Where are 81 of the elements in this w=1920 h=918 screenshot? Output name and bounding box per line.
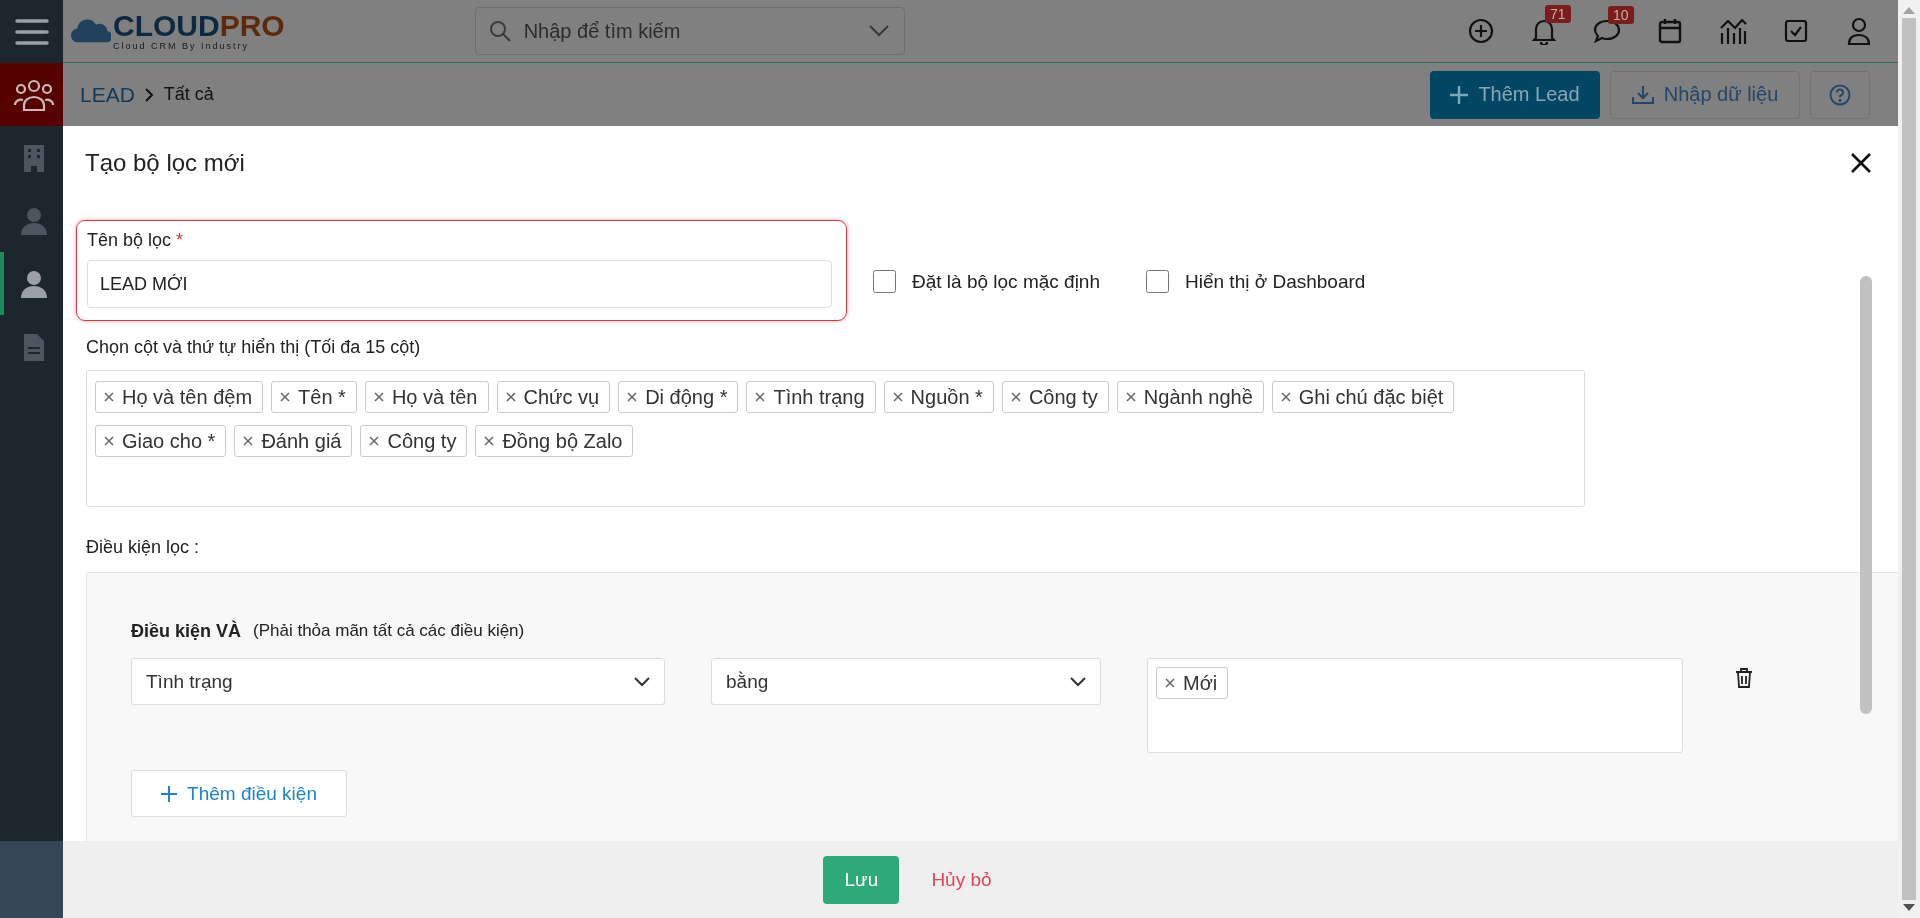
close-icon[interactable] [1851, 153, 1871, 173]
chevron-down-icon [634, 676, 650, 687]
search-icon [488, 20, 511, 42]
person-icon [20, 269, 47, 298]
remove-icon[interactable] [892, 392, 903, 402]
checkbox-label: Hiển thị ở Dashboard [1185, 270, 1366, 293]
remove-icon[interactable] [243, 436, 254, 446]
field-select[interactable]: Tình trạng [131, 658, 665, 705]
scrollbar[interactable] [1898, 0, 1920, 918]
cloud-icon [71, 17, 111, 45]
chevron-down-icon [868, 25, 889, 37]
user-icon[interactable] [1846, 17, 1871, 45]
column-tag[interactable]: Đánh giá [234, 425, 353, 457]
column-tag[interactable]: Họ và tên [364, 381, 489, 413]
contact-icon [19, 206, 48, 235]
checkbox-label: Đặt là bộ lọc mặc định [912, 270, 1100, 293]
column-tag[interactable]: Công ty [360, 425, 468, 457]
column-tag[interactable]: Ghi chú đặc biệt [1271, 381, 1455, 413]
sidebar-item[interactable] [0, 63, 63, 126]
value-select-field[interactable]: Mới [1147, 658, 1683, 753]
cancel-button[interactable]: Hủy bỏ [925, 867, 998, 892]
checkbox-icon[interactable] [1783, 19, 1808, 43]
column-tag[interactable]: Di động * [618, 381, 739, 413]
trash-icon[interactable] [1735, 668, 1753, 688]
remove-icon[interactable] [104, 436, 114, 446]
column-tag[interactable]: Công ty [1001, 381, 1109, 413]
column-select-field[interactable]: Họ và tên đệm Tên * Họ và tên Chức vụ Di động * Tình trạng Nguồn * Công ty Ngành nghề Ghi chú đặc biệt Giao cho * Đánh giá Công ty Đồng bộ Zalo [86, 370, 1585, 507]
remove-icon[interactable] [505, 392, 516, 402]
column-tag[interactable]: Giao cho * [95, 425, 227, 457]
value-tag[interactable]: Mới [1156, 667, 1229, 699]
remove-icon[interactable] [1165, 678, 1175, 688]
filter-name-field[interactable]: LEAD MỚI [87, 260, 832, 308]
add-lead-button[interactable]: Thêm Lead [1430, 70, 1600, 119]
checkbox[interactable] [873, 270, 896, 293]
checkbox[interactable] [1146, 270, 1169, 293]
chevron-right-icon [144, 87, 154, 102]
arrow-down-icon[interactable] [1903, 904, 1915, 912]
plus-icon [1450, 85, 1469, 104]
section-label: Điều kiện lọc : [86, 537, 201, 558]
remove-icon[interactable] [484, 436, 495, 446]
chat-icon[interactable] [1592, 18, 1621, 44]
dialog-title: Tạo bộ lọc mới [85, 149, 245, 177]
column-tag[interactable]: Đồng bộ Zalo [475, 425, 634, 457]
remove-icon[interactable] [627, 392, 638, 402]
chevron-down-icon [1070, 676, 1086, 687]
column-tag[interactable]: Tình trạng [746, 381, 876, 413]
calendar-icon[interactable] [1657, 18, 1682, 44]
remove-icon[interactable] [104, 392, 114, 402]
logo[interactable]: CLOUDPRO Cloud CRM By Industry [71, 11, 285, 51]
remove-icon[interactable] [280, 392, 291, 402]
building-icon [22, 143, 45, 172]
column-tag[interactable]: Tên * [271, 381, 357, 413]
remove-icon[interactable] [1010, 392, 1021, 402]
count-badge: 10 [1608, 6, 1634, 24]
section-label: Chọn cột và thứ tự hiển thị (Tối đa 15 cột) [86, 337, 422, 358]
group-hint: (Phải thỏa mãn tất cả các điều kiện) [253, 621, 525, 642]
bell-icon[interactable] [1531, 17, 1556, 45]
remove-icon[interactable] [369, 436, 380, 446]
column-tag[interactable]: Họ và tên đệm [95, 381, 264, 413]
field-label: Tên bộ lọc * [87, 230, 185, 251]
menu-icon[interactable] [14, 17, 49, 46]
add-icon[interactable] [1467, 18, 1494, 44]
remove-icon[interactable] [1280, 392, 1291, 402]
scrollbar[interactable] [1860, 276, 1872, 714]
breadcrumb-current: Tất cả [163, 84, 214, 105]
count-badge: 71 [1545, 5, 1571, 23]
remove-icon[interactable] [755, 392, 766, 402]
group-title: Điều kiện VÀ [131, 621, 242, 642]
remove-icon[interactable] [373, 392, 384, 402]
download-icon [1631, 84, 1654, 105]
column-tag[interactable]: Ngành nghề [1116, 381, 1264, 413]
operator-select[interactable]: bằng [711, 658, 1101, 705]
search-field[interactable]: Nhập để tìm kiếm [474, 7, 905, 55]
help-button[interactable] [1810, 70, 1870, 119]
column-tag[interactable]: Chức vụ [496, 381, 611, 413]
help-icon [1829, 83, 1851, 106]
column-tag[interactable]: Nguồn * [883, 381, 994, 413]
document-icon [22, 332, 45, 361]
add-condition-button[interactable]: Thêm điều kiện [131, 770, 347, 817]
remove-icon[interactable] [1125, 392, 1136, 402]
plus-icon [161, 785, 178, 802]
